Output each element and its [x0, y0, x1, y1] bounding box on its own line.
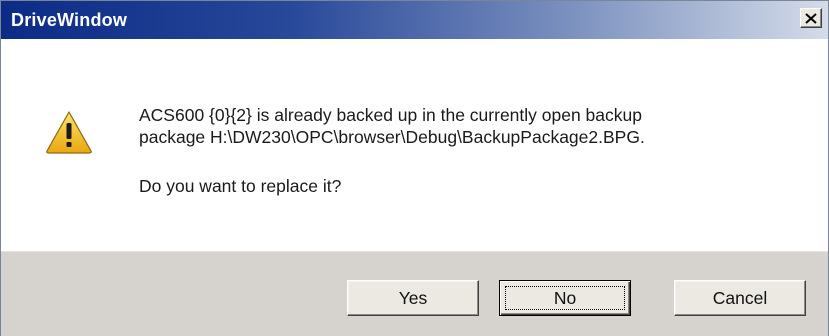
- dialog-window: DriveWindow ACS600 {0}{2} is already bac…: [0, 0, 829, 336]
- no-button-label: No: [553, 287, 577, 308]
- window-title: DriveWindow: [11, 10, 128, 30]
- warning-icon: [46, 111, 92, 154]
- title-bar[interactable]: DriveWindow: [1, 1, 828, 39]
- button-bar: Yes No Cancel: [1, 251, 828, 336]
- cancel-button[interactable]: Cancel: [674, 280, 806, 316]
- yes-button[interactable]: Yes: [347, 280, 479, 316]
- message-line-2: package H:\DW230\OPC\browser\Debug\Backu…: [139, 127, 645, 147]
- message-question: Do you want to replace it?: [139, 176, 342, 196]
- cancel-button-label: Cancel: [712, 287, 768, 308]
- message-text: ACS600 {0}{2} is already backed up in th…: [139, 104, 645, 197]
- message-line-1: ACS600 {0}{2} is already backed up in th…: [139, 105, 642, 125]
- close-button[interactable]: [800, 8, 822, 28]
- yes-button-label: Yes: [398, 287, 428, 308]
- no-button[interactable]: No: [499, 280, 631, 316]
- message-area: ACS600 {0}{2} is already backed up in th…: [1, 39, 828, 251]
- close-icon: [805, 12, 817, 24]
